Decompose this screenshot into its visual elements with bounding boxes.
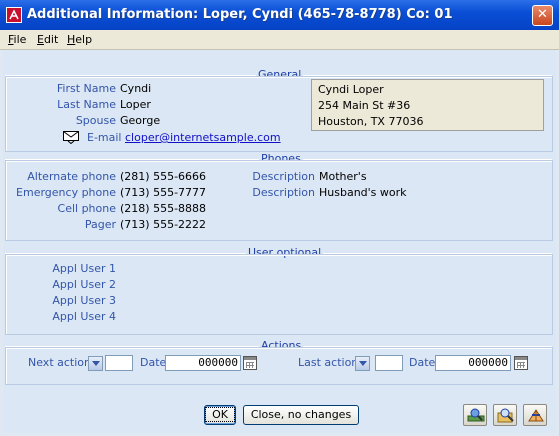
emergency-phone-label: Emergency phone <box>16 186 116 199</box>
app-icon <box>6 7 22 23</box>
last-action-input[interactable] <box>375 355 403 371</box>
email-label: E-mail <box>87 131 122 144</box>
calendar-icon[interactable] <box>243 356 257 370</box>
description-2-value: Husband's work <box>319 186 407 199</box>
last-name-value: Loper <box>120 98 151 111</box>
emergency-phone-value: (713) 555-7777 <box>120 186 207 199</box>
spouse-value: George <box>120 114 161 127</box>
description-2-label: Description <box>252 186 315 199</box>
last-action-dropdown-icon[interactable] <box>355 356 370 371</box>
menu-file[interactable]: File <box>8 33 26 46</box>
tool-icon-1[interactable] <box>463 404 487 426</box>
menu-edit[interactable]: Edit <box>37 33 58 46</box>
title-bar[interactable]: Additional Information: Loper, Cyndi (46… <box>0 0 559 31</box>
next-date-input[interactable]: 000000 <box>165 355 241 371</box>
pager-label: Pager <box>84 218 116 231</box>
appl-user-3-label: Appl User 3 <box>52 294 116 307</box>
cell-phone-label: Cell phone <box>57 202 116 215</box>
description-1-label: Description <box>252 170 315 183</box>
alternate-phone-label: Alternate phone <box>27 170 116 183</box>
last-date-label: Date <box>409 356 436 369</box>
spouse-label: Spouse <box>75 114 116 127</box>
last-date-input[interactable]: 000000 <box>435 355 511 371</box>
next-action-label: Next action <box>28 356 91 369</box>
menu-bar: File Edit Help <box>0 30 559 50</box>
appl-user-4-label: Appl User 4 <box>52 310 116 323</box>
tool-icon-3[interactable] <box>523 404 547 426</box>
address-line-1: Cyndi Loper <box>318 83 384 96</box>
address-line-2: 254 Main St #36 <box>318 99 411 112</box>
appl-user-2-label: Appl User 2 <box>52 278 116 291</box>
last-name-label: Last Name <box>57 98 116 111</box>
appl-user-1-label: Appl User 1 <box>52 262 116 275</box>
pager-value: (713) 555-2222 <box>120 218 207 231</box>
client-area: General First Name Cyndi Last Name Loper… <box>3 50 556 433</box>
email-link[interactable]: cloper@internetsample.com <box>125 131 281 144</box>
last-action-label: Last action <box>298 356 359 369</box>
window-title: Additional Information: Loper, Cyndi (46… <box>27 7 453 22</box>
address-box: Cyndi Loper 254 Main St #36 Houston, TX … <box>311 79 544 131</box>
description-1-value: Mother's <box>319 170 367 183</box>
next-date-label: Date <box>140 356 167 369</box>
alternate-phone-value: (281) 555-6666 <box>120 170 207 183</box>
cell-phone-value: (218) 555-8888 <box>120 202 207 215</box>
first-name-value: Cyndi <box>120 82 152 95</box>
ok-button-label: OK <box>205 407 235 422</box>
close-no-changes-button[interactable]: Close, no changes <box>243 405 359 425</box>
ok-button[interactable]: OK <box>204 405 236 425</box>
next-action-dropdown-icon[interactable] <box>88 356 103 371</box>
close-icon[interactable]: ✕ <box>532 5 553 26</box>
first-name-label: First Name <box>56 82 116 95</box>
mail-icon[interactable] <box>63 130 79 145</box>
tool-icon-2[interactable] <box>493 404 517 426</box>
menu-help[interactable]: Help <box>67 33 92 46</box>
address-line-3: Houston, TX 77036 <box>318 115 424 128</box>
next-action-input[interactable] <box>105 355 133 371</box>
calendar-icon[interactable] <box>514 356 528 370</box>
